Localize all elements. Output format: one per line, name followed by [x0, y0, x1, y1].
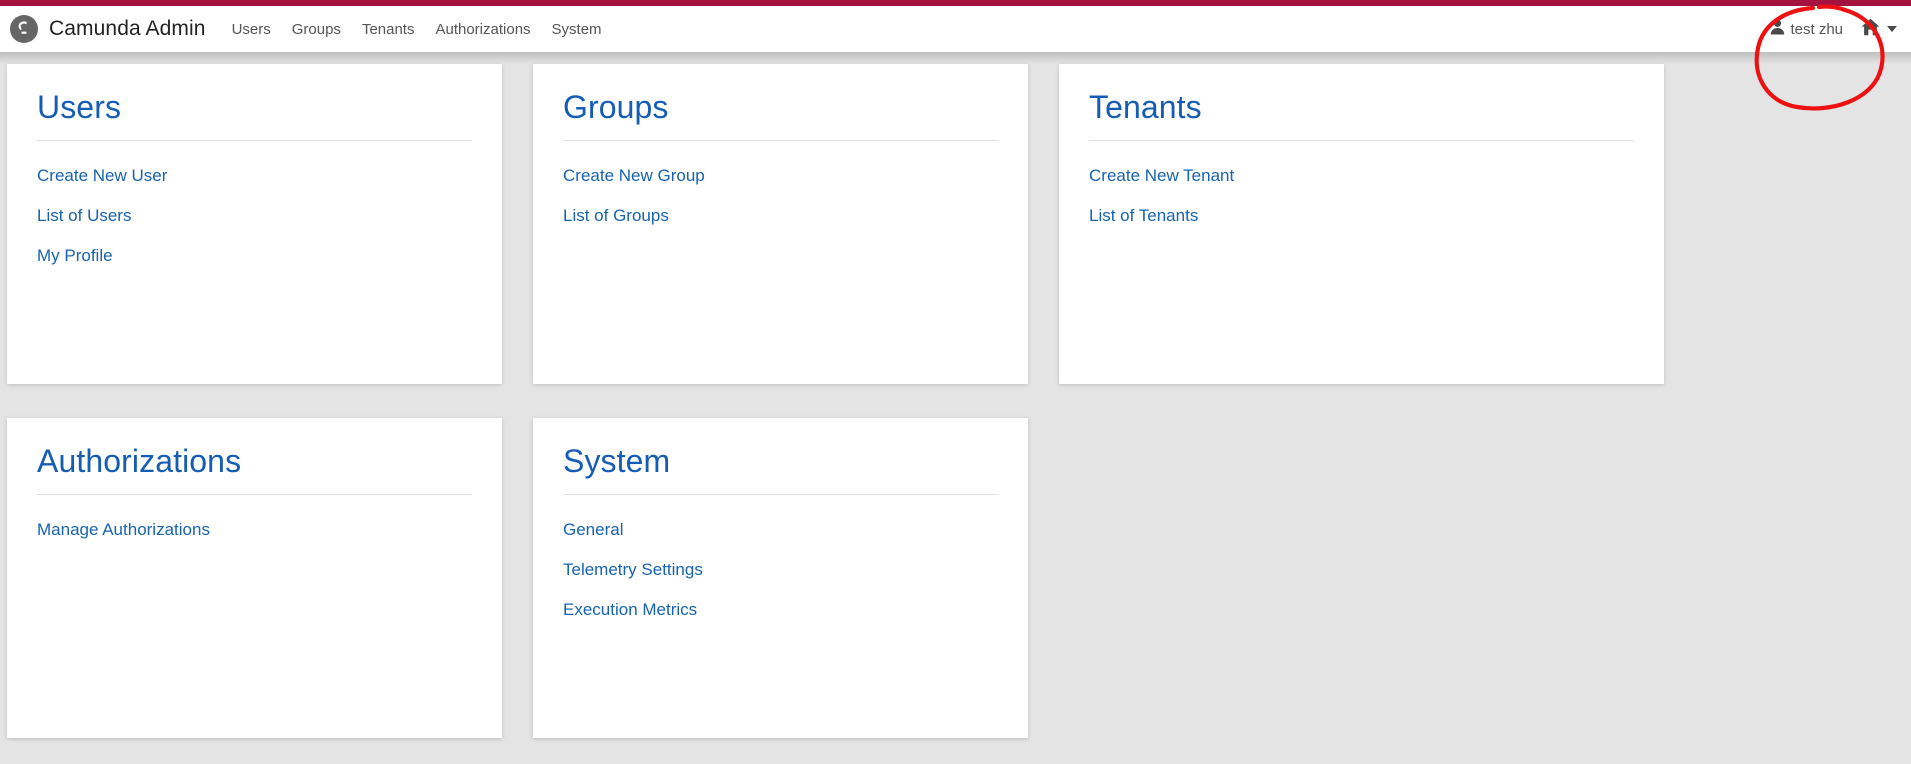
card-users: Users Create New User List of Users My P…	[7, 64, 502, 384]
card-title: Tenants	[1089, 89, 1202, 125]
brand[interactable]: Camunda Admin	[10, 15, 206, 43]
card-title: Users	[37, 89, 122, 125]
card-divider	[563, 139, 998, 141]
card-links: Create New Group List of Groups	[563, 167, 998, 247]
link-list-of-users[interactable]: List of Users	[37, 207, 131, 247]
card-links: General Telemetry Settings Execution Met…	[563, 521, 998, 641]
link-execution-metrics[interactable]: Execution Metrics	[563, 601, 697, 641]
empty-grid-slot	[1059, 418, 1554, 738]
app-header: Camunda Admin Users Groups Tenants Autho…	[0, 6, 1911, 52]
card-groups: Groups Create New Group List of Groups	[533, 64, 1028, 384]
link-general[interactable]: General	[563, 521, 623, 561]
card-divider	[37, 493, 472, 495]
card-links: Create New User List of Users My Profile	[37, 167, 472, 287]
link-my-profile[interactable]: My Profile	[37, 247, 113, 287]
user-name: test zhu	[1790, 20, 1843, 38]
card-system: System General Telemetry Settings Execut…	[533, 418, 1028, 738]
header-right: test zhu	[1770, 18, 1897, 41]
card-links: Create New Tenant List of Tenants	[1089, 167, 1634, 247]
camunda-logo-icon	[10, 15, 38, 43]
card-row-1: Users Create New User List of Users My P…	[7, 64, 1911, 384]
link-list-of-tenants[interactable]: List of Tenants	[1089, 207, 1198, 247]
card-row-2: Authorizations Manage Authorizations Sys…	[7, 418, 1911, 738]
link-manage-authorizations[interactable]: Manage Authorizations	[37, 521, 210, 561]
nav-item-tenants[interactable]: Tenants	[362, 21, 415, 38]
link-create-new-tenant[interactable]: Create New Tenant	[1089, 167, 1234, 207]
card-links: Manage Authorizations	[37, 521, 472, 561]
link-telemetry-settings[interactable]: Telemetry Settings	[563, 561, 703, 601]
link-create-new-user[interactable]: Create New User	[37, 167, 167, 207]
nav-item-system[interactable]: System	[552, 21, 602, 38]
card-title: Authorizations	[37, 443, 242, 479]
user-menu[interactable]: test zhu	[1770, 19, 1843, 40]
card-divider	[563, 493, 998, 495]
chevron-down-icon	[1887, 26, 1897, 32]
brand-title: Camunda Admin	[49, 17, 206, 40]
nav-item-groups[interactable]: Groups	[292, 21, 341, 38]
card-tenants: Tenants Create New Tenant List of Tenant…	[1059, 64, 1664, 384]
card-title: Groups	[563, 89, 669, 125]
link-list-of-groups[interactable]: List of Groups	[563, 207, 669, 247]
card-divider	[1089, 139, 1634, 141]
home-icon	[1861, 18, 1880, 41]
home-menu-button[interactable]	[1861, 18, 1897, 41]
card-title: System	[563, 443, 671, 479]
card-divider	[37, 139, 472, 141]
main-nav: Users Groups Tenants Authorizations Syst…	[232, 21, 602, 38]
dashboard-content: Users Create New User List of Users My P…	[0, 64, 1911, 764]
nav-item-authorizations[interactable]: Authorizations	[435, 21, 530, 38]
link-create-new-group[interactable]: Create New Group	[563, 167, 705, 207]
nav-item-users[interactable]: Users	[232, 21, 271, 38]
user-icon	[1770, 19, 1785, 40]
admin-page: Camunda Admin Users Groups Tenants Autho…	[0, 0, 1911, 764]
card-authorizations: Authorizations Manage Authorizations	[7, 418, 502, 738]
header-shadow	[0, 52, 1911, 64]
